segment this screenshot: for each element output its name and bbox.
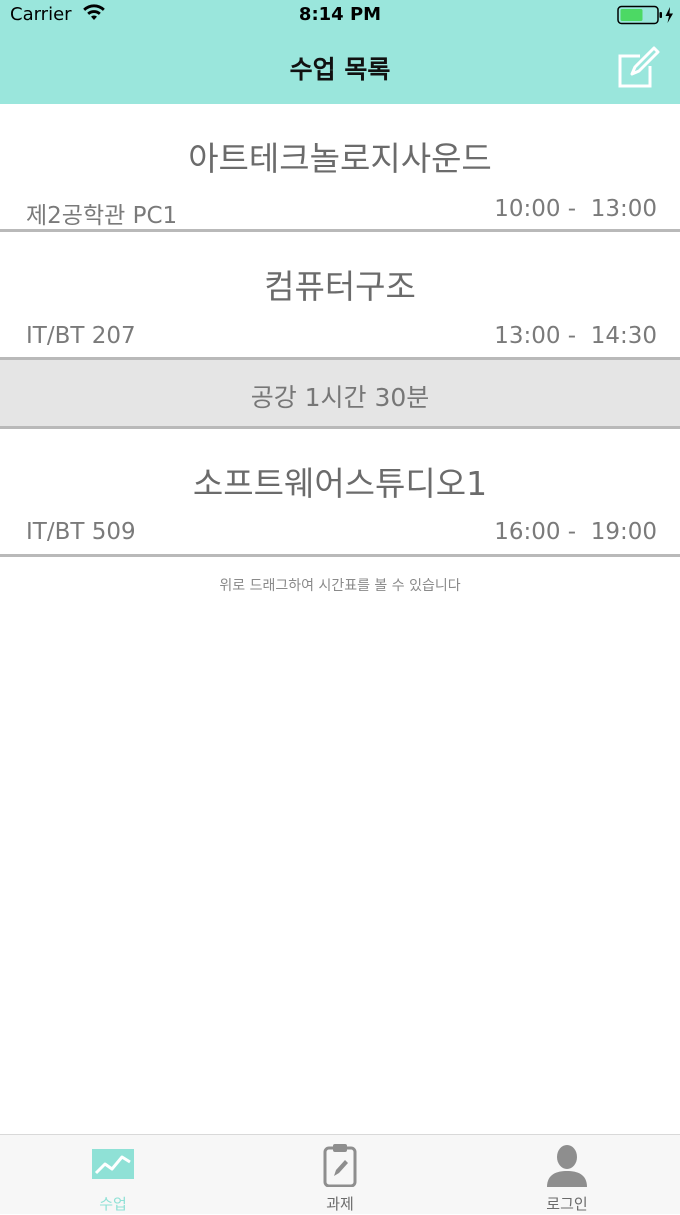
person-icon bbox=[547, 1145, 587, 1187]
class-room: IT/BT 207 bbox=[26, 323, 136, 349]
tab-label: 로그인 bbox=[546, 1195, 588, 1213]
free-period: 공강 1시간 30분 bbox=[0, 360, 680, 426]
tab-login[interactable]: 로그인 bbox=[454, 1135, 680, 1215]
drag-hint: 위로 드래그하여 시간표를 볼 수 있습니다 bbox=[219, 578, 461, 594]
tab-bar: 수업 과제 로그인 bbox=[0, 1134, 680, 1214]
free-period-label: 공강 1시간 30분 bbox=[250, 383, 430, 412]
class-name: 소프트웨어스튜디오1 bbox=[192, 464, 488, 503]
class-name: 아트테크놀로지사운드 bbox=[188, 139, 492, 178]
compose-icon[interactable] bbox=[614, 44, 662, 90]
divider bbox=[0, 554, 680, 557]
class-name: 컴퓨터구조 bbox=[264, 267, 416, 306]
clipboard-icon bbox=[323, 1144, 357, 1187]
status-bar: Carrier 8:14 PM bbox=[0, 0, 680, 30]
chart-icon bbox=[92, 1149, 134, 1179]
class-item[interactable]: 컴퓨터구조 IT/BT 207 13:00 - 14:30 bbox=[0, 232, 680, 358]
header: Carrier 8:14 PM 수업 목록 bbox=[0, 0, 680, 104]
tab-label: 수업 bbox=[99, 1195, 127, 1213]
battery-icon bbox=[617, 5, 673, 25]
class-time: 16:00 - 19:00 bbox=[494, 519, 657, 545]
class-item[interactable]: 소프트웨어스튜디오1 IT/BT 509 16:00 - 19:00 bbox=[0, 429, 680, 555]
clock: 8:14 PM bbox=[298, 4, 382, 25]
tab-assignments[interactable]: 과제 bbox=[227, 1135, 453, 1215]
charging-bolt-icon bbox=[665, 7, 673, 23]
class-time: 13:00 - 14:30 bbox=[494, 323, 657, 349]
class-item[interactable]: 아트테크놀로지사운드 제2공학관 PC1 10:00 - 13:00 bbox=[0, 104, 680, 230]
page-title: 수업 목록 bbox=[289, 55, 391, 84]
class-room: 제2공학관 PC1 bbox=[26, 203, 178, 229]
class-time: 10:00 - 13:00 bbox=[494, 196, 657, 222]
tab-label: 과제 bbox=[326, 1195, 354, 1213]
class-room: IT/BT 509 bbox=[26, 519, 136, 545]
tab-classes[interactable]: 수업 bbox=[0, 1135, 226, 1215]
